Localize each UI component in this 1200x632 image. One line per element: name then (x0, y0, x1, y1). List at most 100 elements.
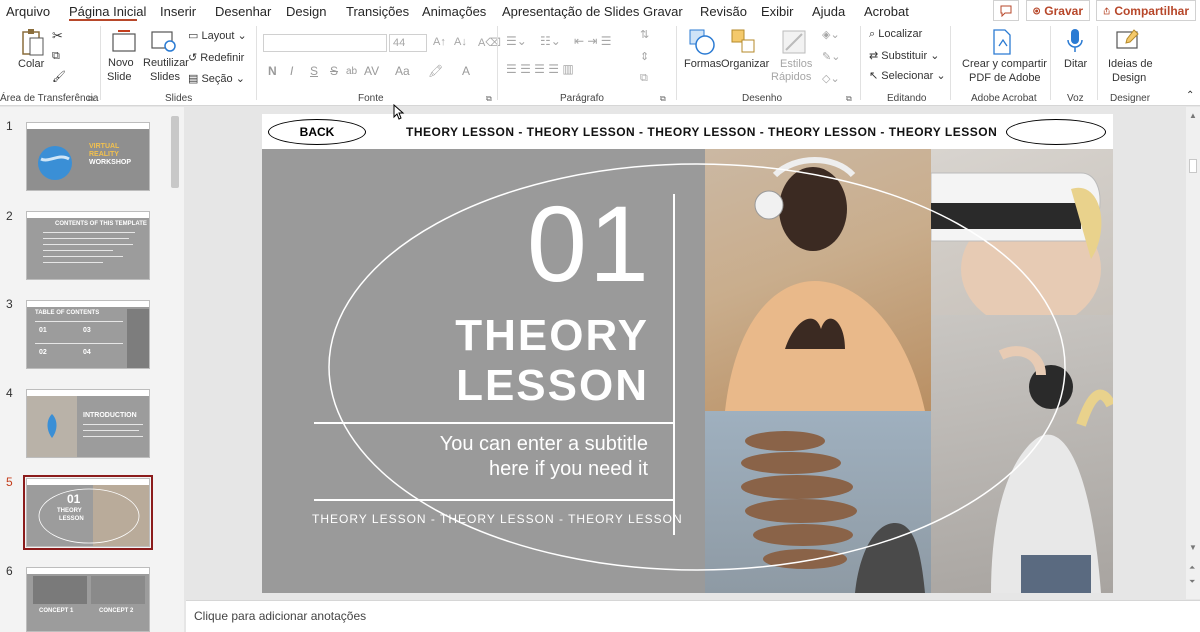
drawing-launcher-icon[interactable]: ⧉ (846, 94, 852, 104)
tab-design[interactable]: Design (286, 4, 326, 19)
reset-button[interactable]: ↺ Redefinir (188, 51, 244, 64)
shape-outline-icon[interactable]: ✎⌄ (822, 50, 840, 63)
design-ideas-label-2[interactable]: Design (1112, 72, 1146, 85)
tab-exibir[interactable]: Exibir (761, 4, 794, 19)
create-pdf-icon[interactable] (990, 28, 1014, 56)
text-direction-icon[interactable]: ⇅ (640, 28, 649, 41)
thumb-text-line (43, 244, 133, 245)
font-size-box[interactable]: 44 (389, 34, 427, 52)
tab-animacoes[interactable]: Animações (422, 4, 486, 19)
slide-subtitle-line1[interactable]: You can enter a subtitle (440, 432, 648, 456)
increase-font-icon[interactable]: A↑ (433, 36, 446, 48)
share-button[interactable]: Compartilhar (1096, 0, 1196, 21)
reuse-label-2[interactable]: Slides (150, 71, 180, 84)
bold-button[interactable]: N (268, 64, 277, 78)
copy-icon[interactable]: ⧉ (52, 50, 60, 63)
record-button[interactable]: Gravar (1026, 0, 1090, 21)
reuse-label-1[interactable]: Reutilizar (143, 57, 189, 70)
char-spacing-button[interactable]: AV (364, 64, 379, 78)
layout-button[interactable]: ▭ Layout ⌄ (188, 29, 247, 42)
slide-thumbnail-5[interactable]: 01 THEORY LESSON (23, 475, 153, 550)
underline-button[interactable]: S (310, 64, 318, 78)
scroll-up-icon[interactable]: ▲ (1189, 111, 1197, 120)
create-pdf-label-1[interactable]: Crear y compartir (962, 58, 1047, 71)
slide-thumbnail-3[interactable]: TABLE OF CONTENTS 01 03 02 04 (26, 300, 150, 369)
scrollbar-thumb[interactable] (1189, 159, 1197, 173)
dictate-label[interactable]: Ditar (1064, 58, 1087, 71)
tab-apresentacao[interactable]: Apresentação de Slides (502, 4, 639, 19)
italic-button[interactable]: I (290, 64, 293, 78)
new-slide-label-1[interactable]: Novo (108, 57, 134, 70)
current-slide[interactable]: BACK THEORY LESSON - THEORY LESSON - THE… (262, 114, 1113, 593)
font-launcher-icon[interactable]: ⧉ (486, 94, 492, 104)
tab-revisao[interactable]: Revisão (700, 4, 747, 19)
slide-title-line2[interactable]: LESSON (456, 362, 649, 410)
thumbnails-scrollbar[interactable] (168, 108, 182, 628)
slide-title-line1[interactable]: THEORY (455, 312, 649, 360)
replace-button[interactable]: ⇄ Substituir ⌄ (869, 49, 939, 62)
paragraph-launcher-icon[interactable]: ⧉ (660, 94, 666, 104)
design-ideas-label-1[interactable]: Ideias de (1108, 58, 1153, 71)
font-name-box[interactable] (263, 34, 387, 52)
tab-ajuda[interactable]: Ajuda (812, 4, 845, 19)
cut-icon[interactable]: ✂ (52, 28, 63, 44)
reuse-slides-icon[interactable] (150, 28, 180, 54)
tab-pagina-inicial[interactable]: Página Inicial (69, 4, 146, 19)
slide-thumbnail-1[interactable]: VIRTUAL REALITY WORKSHOP (26, 122, 150, 191)
shape-fill-icon[interactable]: ◈⌄ (822, 28, 840, 41)
create-pdf-label-2[interactable]: PDF de Adobe (969, 72, 1041, 85)
slide-thumbnail-6[interactable]: CONCEPT 1 CONCEPT 2 (26, 567, 150, 632)
format-painter-icon[interactable]: 🖌 (52, 70, 66, 83)
strike-button[interactable]: S (330, 64, 338, 78)
notes-placeholder[interactable]: Clique para adicionar anotações (194, 609, 366, 623)
quick-styles-label-2[interactable]: Rápidos (771, 71, 811, 84)
arrange-label[interactable]: Organizar (721, 58, 769, 71)
find-button[interactable]: ⌕ Localizar (869, 28, 922, 41)
next-slide-icon[interactable]: ⏷ (1189, 577, 1195, 587)
bullets-icon[interactable]: ☰⌄ (506, 34, 527, 48)
tab-acrobat[interactable]: Acrobat (864, 4, 909, 19)
align-icons[interactable]: ☰ ☰ ☰ ☰ ▥ (506, 62, 574, 76)
comments-button[interactable] (993, 0, 1019, 21)
decrease-font-icon[interactable]: A↓ (454, 36, 467, 48)
align-text-icon[interactable]: ⇕ (640, 50, 649, 63)
section-button[interactable]: ▤ Seção ⌄ (188, 72, 245, 85)
font-color-icon[interactable]: A (462, 64, 470, 78)
slide-thumbnail-2[interactable]: CONTENTS OF THIS TEMPLATE (26, 211, 150, 280)
tab-gravar[interactable]: Gravar (643, 4, 683, 19)
slide-number-text[interactable]: 01 (527, 190, 651, 298)
editor-scrollbar[interactable]: ▲ ▼ ⏶ ⏷ (1186, 107, 1200, 599)
tab-inserir[interactable]: Inserir (160, 4, 196, 19)
quick-styles-label-1[interactable]: Estilos (780, 58, 812, 71)
smartart-icon[interactable]: ⧉ (640, 72, 648, 85)
scrollbar-thumb[interactable] (171, 116, 179, 188)
clipboard-launcher-icon[interactable]: ⧉ (88, 94, 94, 104)
tab-transicoes[interactable]: Transições (346, 4, 409, 19)
quick-styles-icon[interactable] (780, 28, 808, 56)
highlight-icon[interactable]: 🖍 (428, 64, 443, 78)
change-case-button[interactable]: Aa (395, 64, 410, 78)
shapes-icon[interactable] (688, 28, 716, 56)
numbering-icon[interactable]: ☷⌄ (540, 34, 561, 48)
paste-icon[interactable] (20, 28, 46, 58)
shapes-label[interactable]: Formas (684, 58, 721, 71)
tab-desenhar[interactable]: Desenhar (215, 4, 271, 19)
shape-effects-icon[interactable]: ◇⌄ (822, 72, 840, 85)
collapse-ribbon-icon[interactable]: ⌃ (1186, 90, 1194, 101)
new-slide-icon[interactable] (110, 28, 138, 54)
paste-label[interactable]: Colar (18, 58, 44, 71)
arrange-icon[interactable] (730, 28, 758, 56)
notes-pane[interactable]: Clique para adicionar anotações (186, 600, 1200, 632)
design-ideas-icon[interactable] (1114, 28, 1142, 54)
slide-subtitle-line2[interactable]: here if you need it (489, 457, 648, 481)
tab-arquivo[interactable]: Arquivo (6, 4, 50, 19)
slide-bottom-marquee[interactable]: THEORY LESSON - THEORY LESSON - THEORY L… (312, 512, 683, 526)
shadow-button[interactable]: ab (346, 66, 357, 77)
indent-icons[interactable]: ⇤ ⇥ ☰ (574, 34, 612, 48)
scroll-down-icon[interactable]: ▼ (1189, 543, 1197, 552)
prev-slide-icon[interactable]: ⏶ (1189, 563, 1195, 573)
select-button[interactable]: ↖ Selecionar ⌄ (869, 69, 946, 82)
new-slide-label-2[interactable]: Slide (107, 71, 131, 84)
slide-thumbnail-4[interactable]: INTRODUCTION (26, 389, 150, 458)
microphone-icon[interactable] (1066, 27, 1084, 55)
